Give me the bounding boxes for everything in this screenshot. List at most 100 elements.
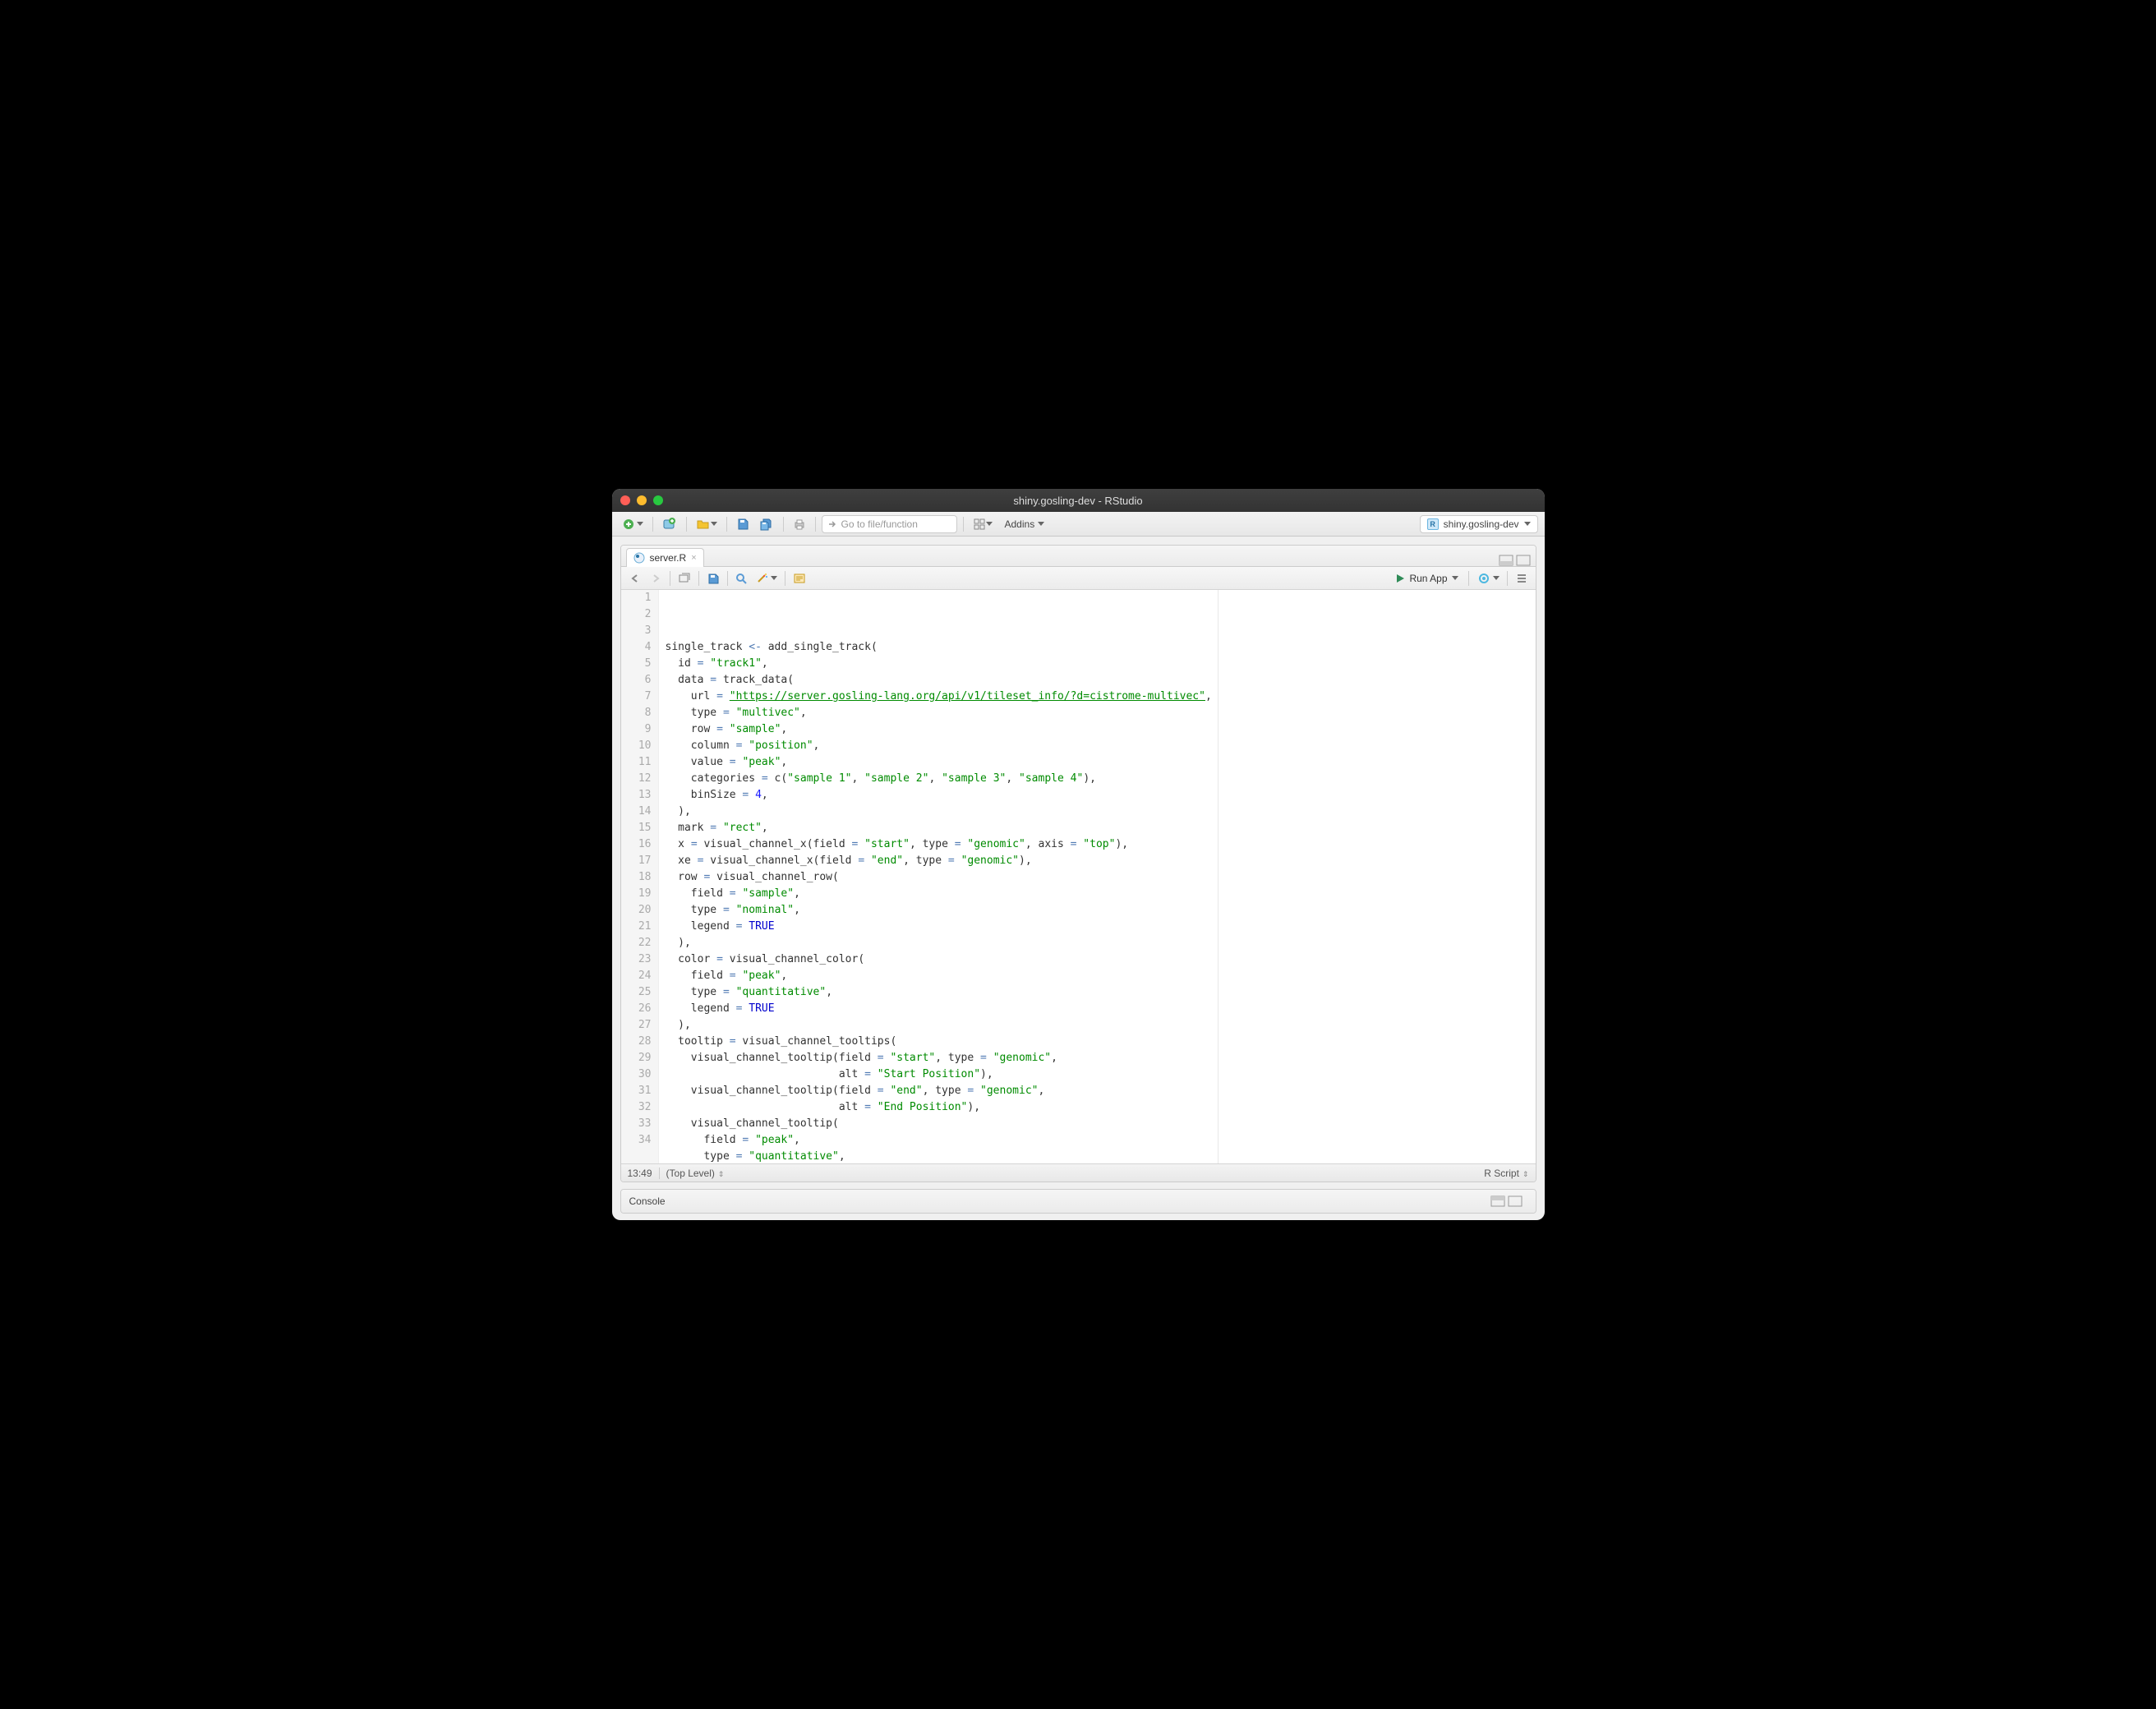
code-line[interactable]: legend = TRUE <box>666 919 1536 935</box>
line-number: 21 <box>621 919 652 935</box>
margin-line <box>1218 590 1219 1163</box>
app-window: shiny.gosling-dev - RStudio Go to <box>612 489 1545 1220</box>
chevron-down-icon <box>1452 576 1458 580</box>
code-line[interactable]: ), <box>666 1017 1536 1034</box>
save-button[interactable] <box>733 515 753 533</box>
minimize-pane-icon[interactable] <box>1490 1195 1505 1207</box>
back-button[interactable] <box>626 569 644 587</box>
goto-file-input[interactable]: Go to file/function <box>822 515 957 533</box>
code-line[interactable]: tooltip = visual_channel_tooltips( <box>666 1034 1536 1050</box>
find-button[interactable] <box>733 569 751 587</box>
code-line[interactable]: visual_channel_tooltip(field = "start", … <box>666 1050 1536 1066</box>
line-number: 12 <box>621 771 652 787</box>
open-file-button[interactable] <box>693 515 721 533</box>
main-toolbar: Go to file/function Addins R shiny.gosli… <box>612 512 1545 537</box>
code-line[interactable]: legend = TRUE <box>666 1001 1536 1017</box>
line-number: 19 <box>621 886 652 902</box>
code-line[interactable]: ), <box>666 935 1536 951</box>
code-line[interactable]: value = "peak", <box>666 754 1536 771</box>
line-number: 1 <box>621 590 652 606</box>
code-line[interactable]: alt = "End Position"), <box>666 1099 1536 1116</box>
titlebar[interactable]: shiny.gosling-dev - RStudio <box>612 489 1545 512</box>
save-all-button[interactable] <box>756 515 777 533</box>
line-number: 32 <box>621 1099 652 1116</box>
close-window-button[interactable] <box>620 495 630 505</box>
line-number: 15 <box>621 820 652 836</box>
publish-button[interactable] <box>1474 569 1502 587</box>
project-selector[interactable]: R shiny.gosling-dev <box>1420 515 1538 533</box>
addins-menu[interactable]: Addins <box>999 515 1051 533</box>
outline-toggle-button[interactable] <box>1513 569 1531 587</box>
document-outline-button[interactable] <box>790 569 808 587</box>
code-line[interactable]: ), <box>666 804 1536 820</box>
code-line[interactable]: xe = visual_channel_x(field = "end", typ… <box>666 853 1536 869</box>
separator <box>727 571 728 586</box>
line-number: 8 <box>621 705 652 721</box>
forward-button[interactable] <box>647 569 665 587</box>
run-app-button[interactable]: Run App <box>1390 573 1463 584</box>
line-number: 23 <box>621 951 652 968</box>
separator <box>783 517 784 532</box>
zoom-window-button[interactable] <box>653 495 663 505</box>
code-line[interactable]: column = "position", <box>666 738 1536 754</box>
code-line[interactable]: data = track_data( <box>666 672 1536 689</box>
addins-label: Addins <box>1005 518 1035 530</box>
separator <box>1507 571 1508 586</box>
code-line[interactable]: mark = "rect", <box>666 820 1536 836</box>
code-line[interactable]: single_track <- add_single_track( <box>666 639 1536 656</box>
code-line[interactable]: type = "quantitative", <box>666 984 1536 1001</box>
rproject-icon: R <box>1427 518 1439 530</box>
line-number: 22 <box>621 935 652 951</box>
code-line[interactable]: type = "nominal", <box>666 902 1536 919</box>
code-editor[interactable]: 1234567891011121314151617181920212223242… <box>621 590 1536 1163</box>
window-controls <box>620 495 663 505</box>
console-header[interactable]: Console <box>621 1190 1536 1213</box>
code-area[interactable]: single_track <- add_single_track( id = "… <box>659 590 1536 1163</box>
chevron-down-icon <box>1493 576 1500 580</box>
line-number: 30 <box>621 1066 652 1083</box>
pane-controls <box>1499 555 1536 566</box>
chevron-down-icon <box>1038 522 1044 526</box>
new-project-button[interactable] <box>659 515 680 533</box>
code-line[interactable]: row = "sample", <box>666 721 1536 738</box>
maximize-pane-icon[interactable] <box>1516 555 1531 566</box>
line-number: 5 <box>621 656 652 672</box>
code-line[interactable]: binSize = 4, <box>666 787 1536 804</box>
grid-button[interactable] <box>970 515 996 533</box>
line-number: 31 <box>621 1083 652 1099</box>
code-line[interactable]: row = visual_channel_row( <box>666 869 1536 886</box>
line-number: 29 <box>621 1050 652 1066</box>
show-in-new-window-button[interactable] <box>675 569 693 587</box>
code-line[interactable]: field = "peak", <box>666 1132 1536 1149</box>
scope-selector[interactable]: (Top Level)⇕ <box>666 1168 725 1179</box>
code-line[interactable]: alt = "Start Position"), <box>666 1066 1536 1083</box>
project-name: shiny.gosling-dev <box>1444 518 1519 530</box>
filetype-selector[interactable]: R Script⇕ <box>1484 1168 1528 1179</box>
tab-server-r[interactable]: server.R × <box>626 548 704 567</box>
code-line[interactable]: url = "https://server.gosling-lang.org/a… <box>666 689 1536 705</box>
chevron-down-icon <box>986 522 993 526</box>
code-tools-button[interactable] <box>753 569 780 587</box>
code-line[interactable]: color = visual_channel_color( <box>666 951 1536 968</box>
print-button[interactable] <box>790 515 809 533</box>
code-line[interactable]: field = "peak", <box>666 968 1536 984</box>
line-number: 18 <box>621 869 652 886</box>
close-tab-icon[interactable]: × <box>691 553 696 563</box>
run-app-label: Run App <box>1409 573 1447 584</box>
code-line[interactable]: id = "track1", <box>666 656 1536 672</box>
code-line[interactable]: x = visual_channel_x(field = "start", ty… <box>666 836 1536 853</box>
code-line[interactable]: visual_channel_tooltip( <box>666 1116 1536 1132</box>
new-file-button[interactable] <box>619 515 647 533</box>
cursor-position: 13:49 <box>628 1168 652 1179</box>
minimize-window-button[interactable] <box>637 495 647 505</box>
minimize-pane-icon[interactable] <box>1499 555 1513 566</box>
code-line[interactable]: categories = c("sample 1", "sample 2", "… <box>666 771 1536 787</box>
maximize-pane-icon[interactable] <box>1508 1195 1523 1207</box>
chevron-down-icon <box>771 576 777 580</box>
code-line[interactable]: visual_channel_tooltip(field = "end", ty… <box>666 1083 1536 1099</box>
code-line[interactable]: field = "sample", <box>666 886 1536 902</box>
separator <box>698 571 699 586</box>
code-line[interactable]: type = "quantitative", <box>666 1149 1536 1163</box>
save-file-button[interactable] <box>704 569 722 587</box>
code-line[interactable]: type = "multivec", <box>666 705 1536 721</box>
